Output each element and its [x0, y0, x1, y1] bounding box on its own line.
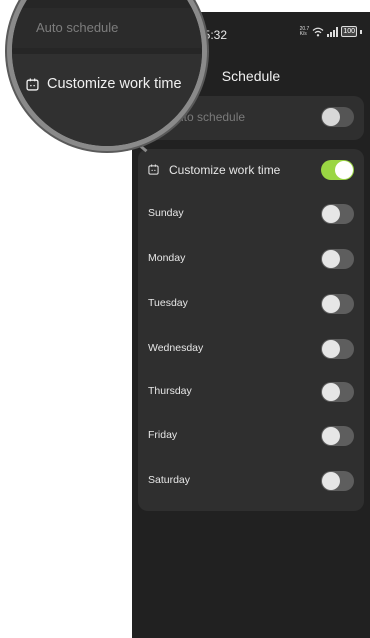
- status-icons: 20.7 K/s 100: [300, 26, 362, 37]
- zoom-customize-row: Customize work time day: [12, 54, 202, 146]
- day-row-saturday[interactable]: Saturday: [138, 460, 364, 504]
- wifi-icon: [312, 27, 324, 36]
- day-row-sunday[interactable]: Sunday: [138, 193, 364, 237]
- day-label: Friday: [148, 429, 178, 441]
- day-label: Wednesday: [148, 342, 204, 354]
- day-row-friday[interactable]: Friday: [138, 415, 364, 459]
- sunday-toggle[interactable]: [321, 204, 354, 224]
- wednesday-toggle[interactable]: [321, 339, 354, 359]
- thursday-toggle[interactable]: [321, 382, 354, 402]
- zoom-auto-schedule-label: Auto schedule: [36, 20, 119, 35]
- friday-toggle[interactable]: [321, 426, 354, 446]
- day-label: Thursday: [148, 385, 192, 397]
- day-row-thursday[interactable]: Thursday: [138, 371, 364, 415]
- day-row-wednesday[interactable]: Wednesday: [138, 328, 364, 372]
- day-label: Saturday: [148, 474, 191, 486]
- day-label: Monday: [148, 252, 186, 264]
- saturday-toggle[interactable]: [321, 471, 354, 491]
- auto-schedule-toggle[interactable]: [321, 107, 354, 127]
- day-row-tuesday[interactable]: Tuesday: [138, 283, 364, 327]
- monday-toggle[interactable]: [321, 249, 354, 269]
- calendar-icon: [148, 164, 159, 175]
- tuesday-toggle[interactable]: [321, 294, 354, 314]
- customize-work-time-toggle[interactable]: [321, 160, 354, 180]
- customize-work-time-row[interactable]: Customize work time: [138, 149, 364, 193]
- calendar-icon: [26, 78, 39, 91]
- signal-icon: [327, 26, 339, 37]
- battery-icon: 100: [341, 26, 357, 37]
- zoom-auto-schedule-row: Auto schedule: [12, 8, 202, 48]
- day-row-monday[interactable]: Monday: [138, 238, 364, 282]
- zoom-customize-label: Customize work time: [47, 76, 182, 92]
- customize-card: Customize work time Sunday Monday Tuesda…: [138, 149, 364, 511]
- day-label: Tuesday: [148, 297, 188, 309]
- zoom-callout: Auto schedule Customize work time day: [12, 0, 202, 146]
- network-speed-badge: 20.7 K/s: [299, 25, 310, 37]
- day-label: Sunday: [148, 207, 184, 219]
- zoom-day-fragment: day: [24, 126, 42, 138]
- customize-work-time-label: Customize work time: [169, 163, 281, 177]
- battery-tip: [360, 29, 362, 34]
